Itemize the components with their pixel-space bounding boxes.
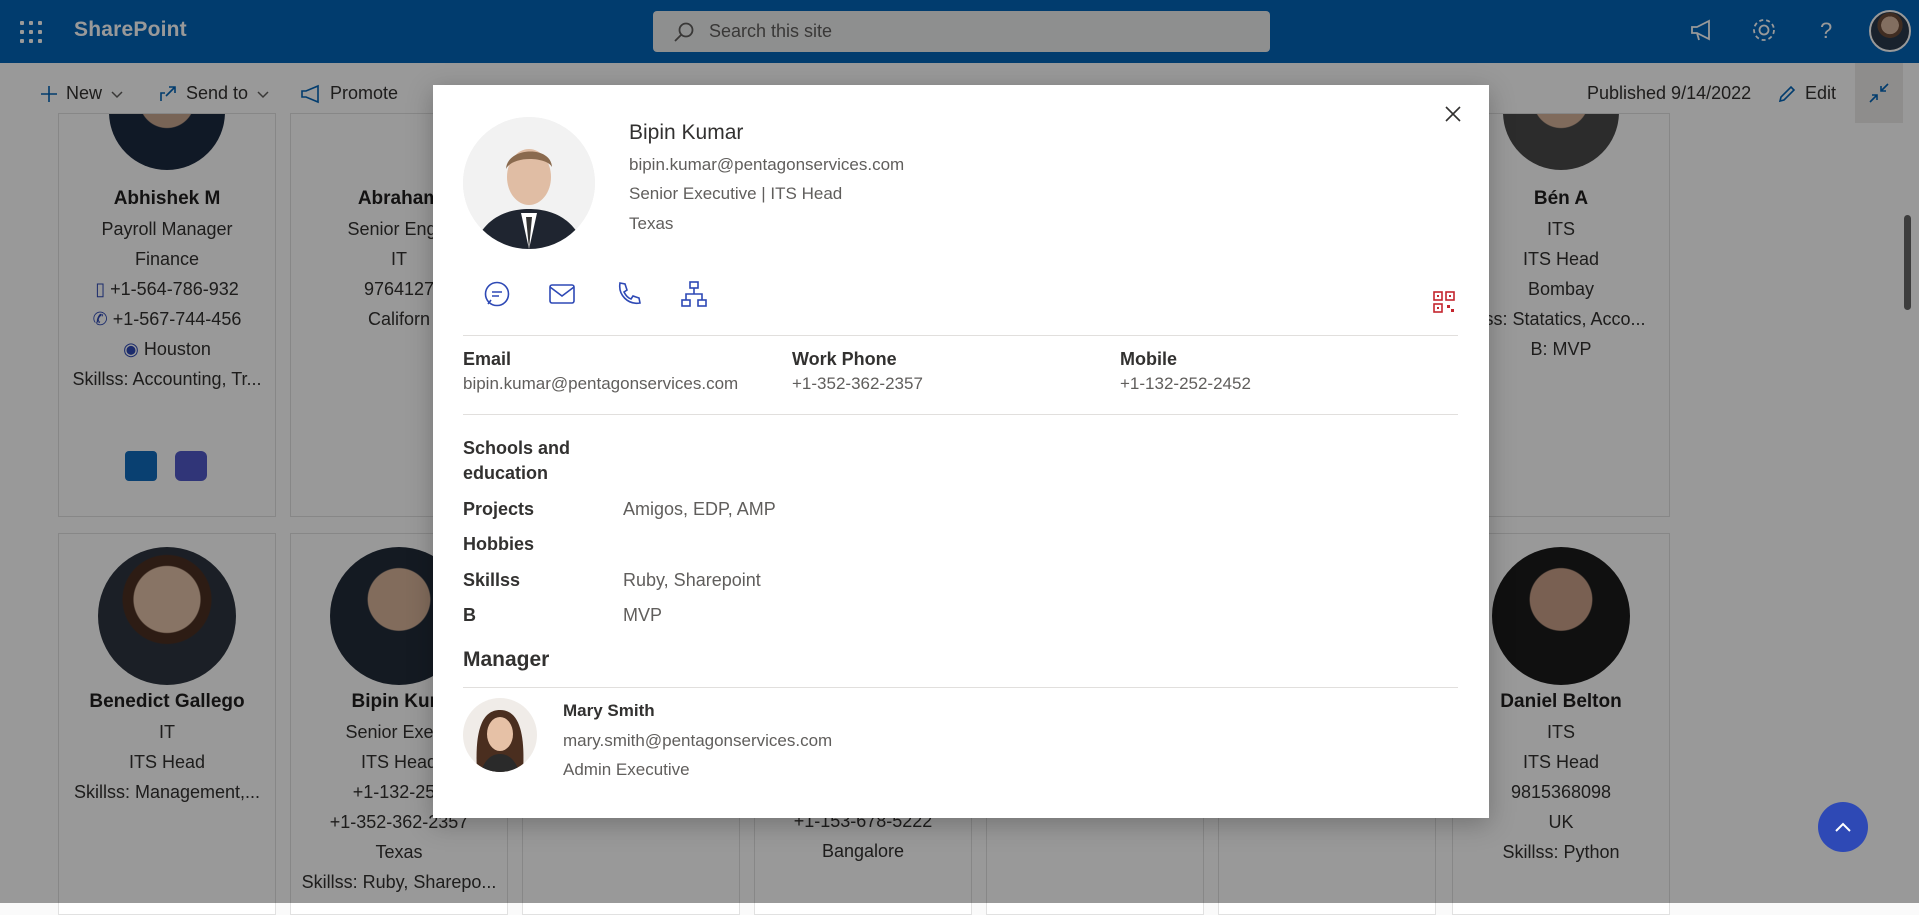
org-chart-icon[interactable] bbox=[680, 280, 708, 308]
prop-label-hobbies: Hobbies bbox=[463, 534, 535, 554]
close-icon[interactable] bbox=[1438, 99, 1468, 129]
divider bbox=[463, 687, 1458, 688]
profile-email[interactable]: bipin.kumar@pentagonservices.com bbox=[629, 155, 904, 175]
prop-value-skills: Ruby, Sharepoint bbox=[623, 570, 761, 590]
phone-icon[interactable] bbox=[614, 280, 642, 308]
qr-code-icon[interactable] bbox=[1433, 291, 1455, 313]
divider bbox=[463, 414, 1458, 415]
chevron-up-icon bbox=[1835, 822, 1851, 832]
mail-icon[interactable] bbox=[548, 280, 576, 308]
prop-label-schools: Schools and education bbox=[463, 438, 571, 483]
profile-photo bbox=[463, 117, 595, 249]
mobile-value[interactable]: +1-132-252-2452 bbox=[1120, 374, 1251, 394]
profile-photo-image bbox=[463, 117, 595, 249]
profile-dialog: Bipin Kumar bipin.kumar@pentagonservices… bbox=[433, 85, 1489, 818]
manager-email[interactable]: mary.smith@pentagonservices.com bbox=[563, 731, 832, 751]
profile-title: Senior Executive | ITS Head bbox=[629, 184, 843, 203]
prop-label-skills: Skillss bbox=[463, 570, 521, 590]
prop-value-projects: Amigos, EDP, AMP bbox=[623, 499, 776, 519]
email-value[interactable]: bipin.kumar@pentagonservices.com bbox=[463, 374, 738, 394]
manager-title: Admin Executive bbox=[563, 760, 690, 779]
work-phone-value[interactable]: +1-352-362-2357 bbox=[792, 374, 923, 394]
prop-label-projects: Projects bbox=[463, 499, 535, 519]
scroll-to-top-button[interactable] bbox=[1818, 802, 1868, 852]
manager-photo-image bbox=[463, 698, 537, 772]
manager-photo[interactable] bbox=[463, 698, 537, 772]
work-phone-label: Work Phone bbox=[792, 349, 897, 369]
mobile-label: Mobile bbox=[1120, 349, 1177, 369]
manager-name[interactable]: Mary Smith bbox=[563, 701, 655, 721]
profile-location: Texas bbox=[629, 214, 674, 233]
divider bbox=[463, 335, 1458, 336]
profile-name: Bipin Kumar bbox=[629, 121, 744, 144]
prop-value-b: MVP bbox=[623, 605, 663, 625]
email-label: Email bbox=[463, 349, 512, 369]
manager-heading: Manager bbox=[463, 648, 550, 671]
prop-label-b: B bbox=[463, 605, 476, 625]
chat-icon[interactable] bbox=[483, 280, 511, 308]
